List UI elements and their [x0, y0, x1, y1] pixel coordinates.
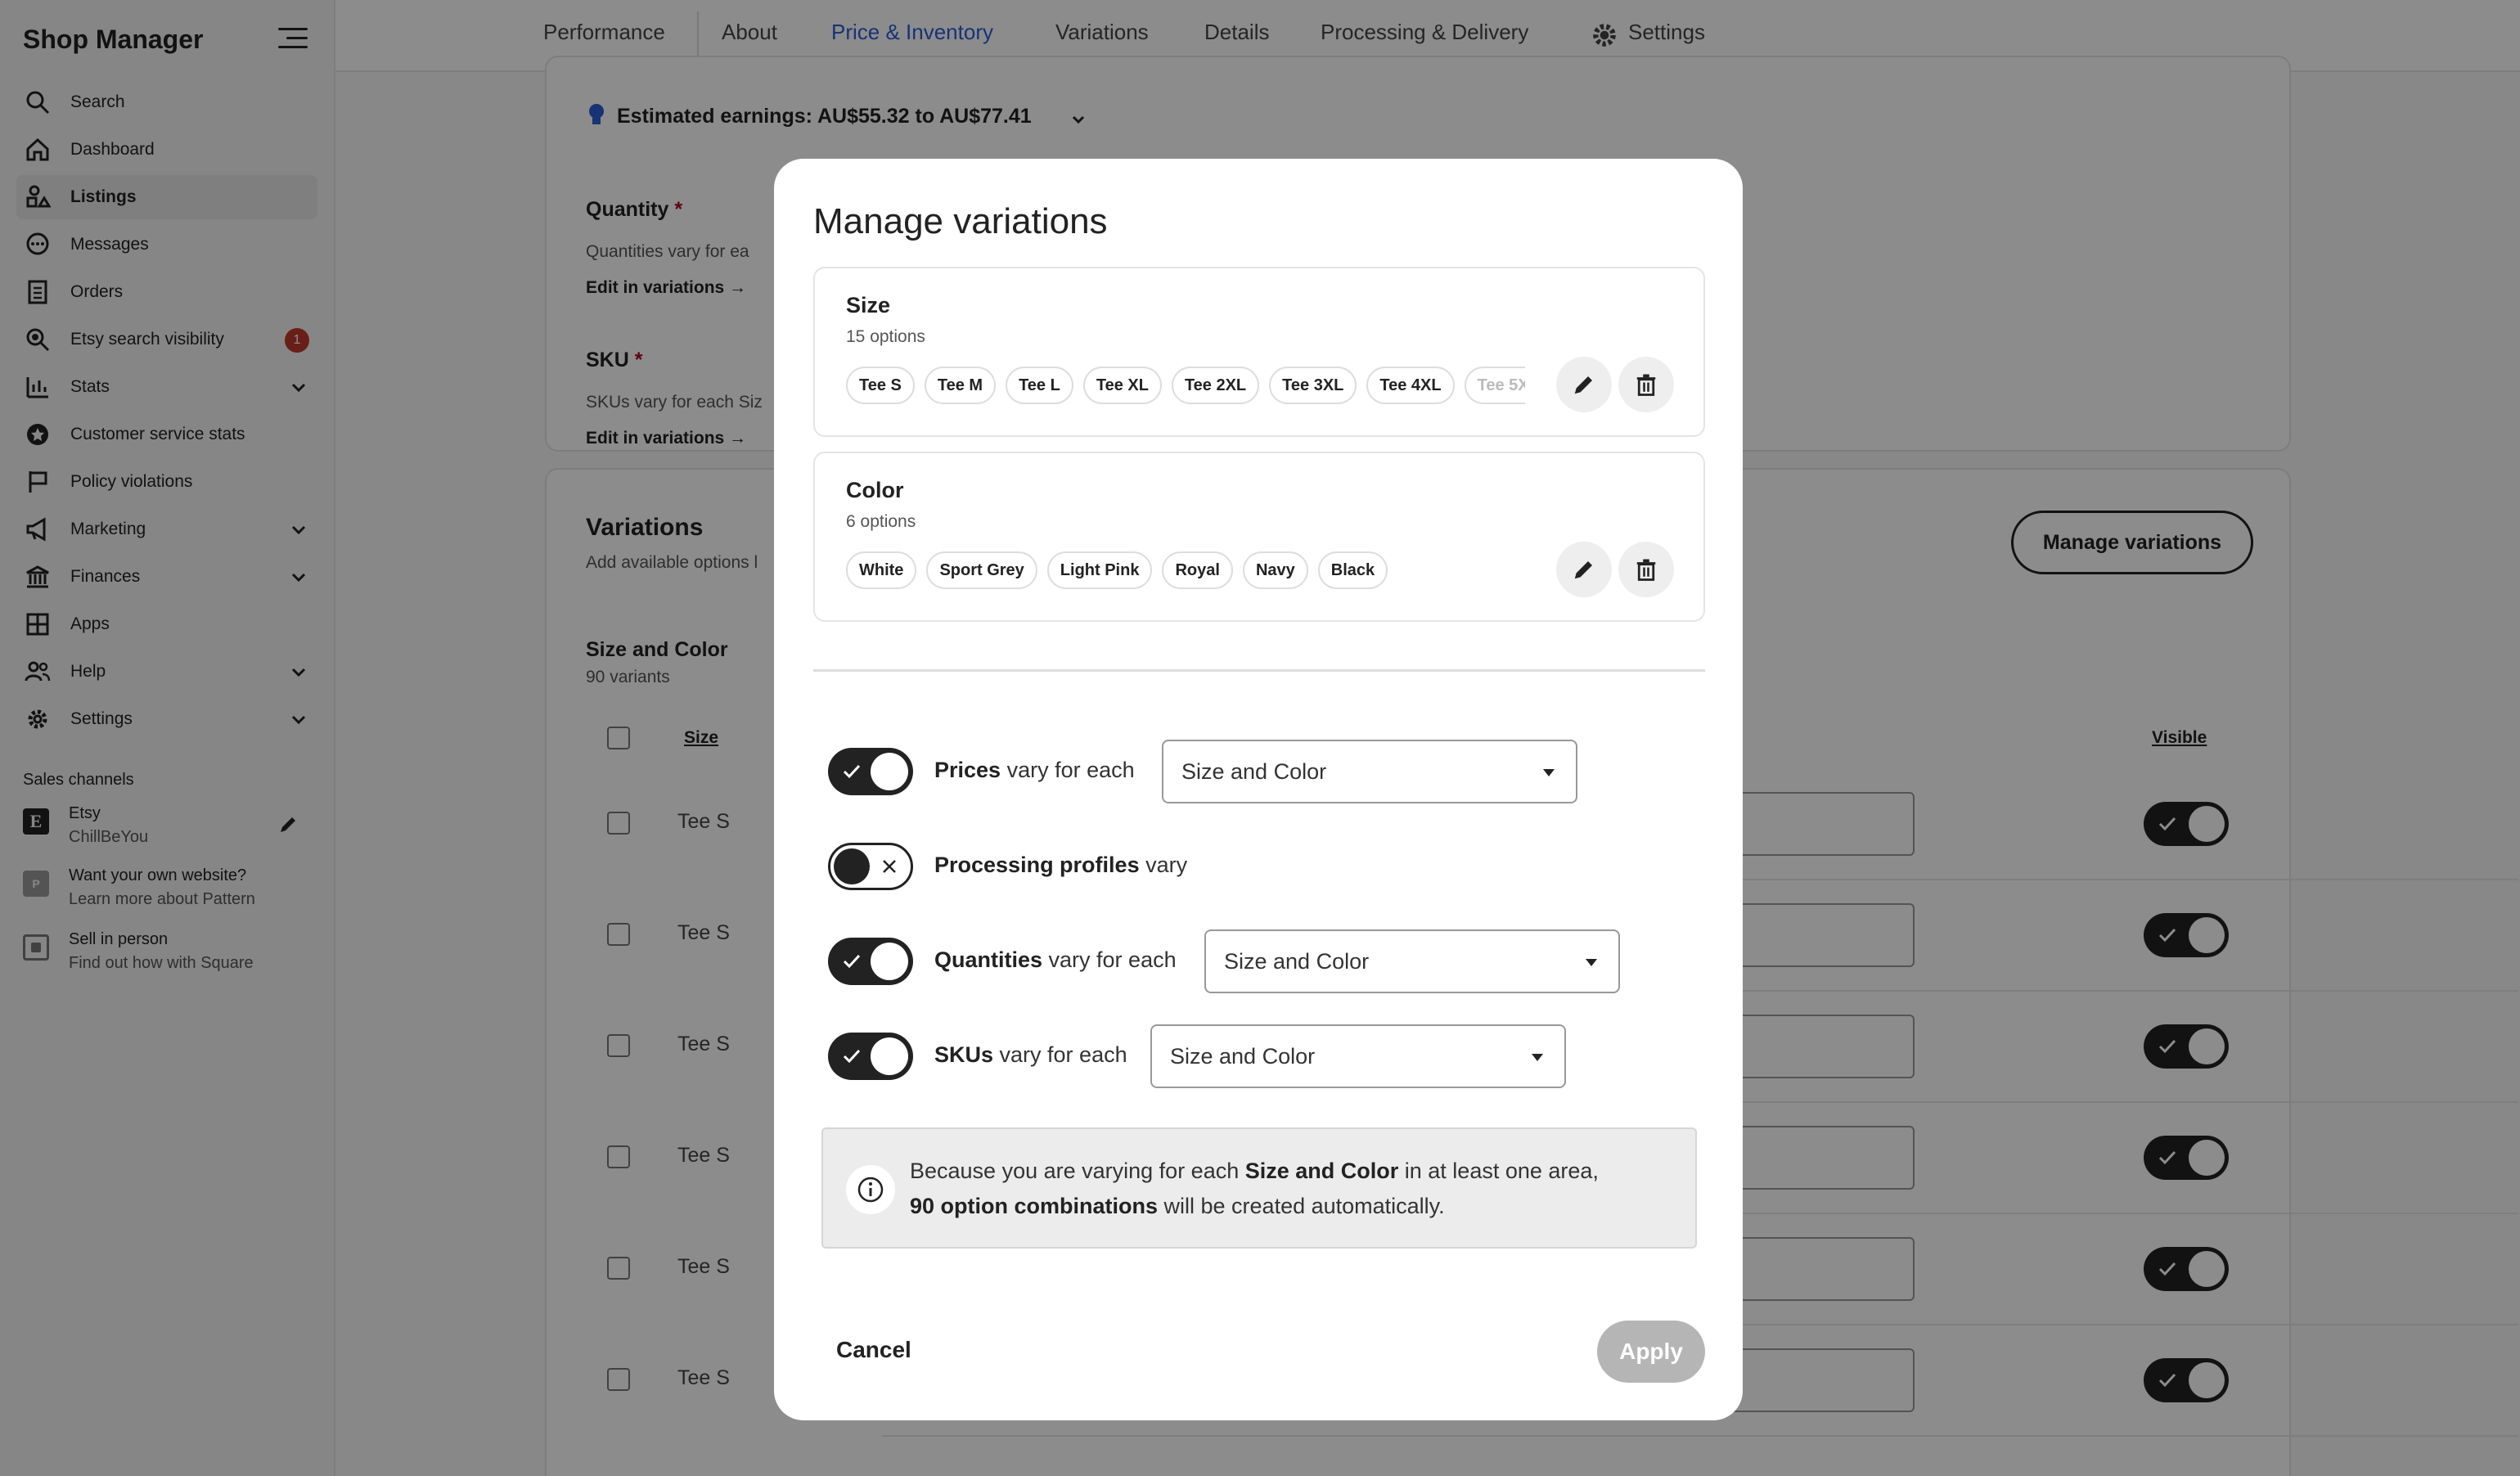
option-chip: Tee 4XL [1366, 367, 1455, 404]
option-chip: Tee S [846, 367, 915, 404]
trash-icon [1636, 559, 1656, 581]
x-icon [883, 860, 896, 873]
option-chip: Tee XL [1082, 367, 1162, 404]
combinations-info-note: Because you are varying for each Size an… [821, 1127, 1697, 1249]
section-divider [813, 669, 1705, 672]
check-icon [843, 1049, 861, 1064]
caret-down-icon [1532, 1054, 1543, 1061]
prices-vary-select[interactable]: Size and Color [1162, 740, 1577, 803]
trash-icon [1636, 374, 1656, 396]
quantities-vary-toggle[interactable] [828, 938, 913, 985]
skus-vary-toggle[interactable] [828, 1033, 913, 1080]
option-chip: Tee M [924, 367, 997, 404]
option-chip: Tee 5XL [1464, 367, 1525, 404]
caret-down-icon [1543, 769, 1555, 776]
option-chip: Navy [1242, 551, 1308, 589]
pencil-icon [1574, 561, 1592, 579]
quantities-vary-select[interactable]: Size and Color [1204, 929, 1620, 993]
skus-vary-select[interactable]: Size and Color [1150, 1024, 1566, 1088]
variation-name: Size [846, 293, 891, 317]
dialog-title: Manage variations [813, 201, 1108, 241]
variation-card-color: Color 6 options White Sport Grey Light P… [813, 452, 1705, 622]
option-chip: Tee 3XL [1269, 367, 1357, 404]
delete-size-button[interactable] [1618, 357, 1674, 412]
processing-profiles-label: Processing profiles vary [934, 853, 1188, 877]
option-chip: Tee L [1006, 367, 1073, 404]
processing-profiles-toggle[interactable] [828, 843, 913, 890]
caret-down-icon [1586, 959, 1597, 966]
check-icon [843, 954, 861, 969]
edit-color-button[interactable] [1556, 542, 1612, 597]
edit-size-button[interactable] [1556, 357, 1612, 412]
variation-option-count: 15 options [846, 327, 925, 346]
skus-vary-label: SKUs vary for each [934, 1042, 1127, 1067]
info-note-text: Because you are varying for each Size an… [910, 1159, 1599, 1218]
cancel-button[interactable]: Cancel [836, 1337, 911, 1363]
variation-card-size: Size 15 options Tee S Tee M Tee L Tee XL… [813, 267, 1705, 437]
variation-option-count: 6 options [846, 512, 916, 531]
option-chip: Royal [1162, 551, 1233, 589]
option-chip: Tee 2XL [1171, 367, 1260, 404]
option-chips: Tee S Tee M Tee L Tee XL Tee 2XL Tee 3XL… [846, 367, 1525, 406]
option-chip: Black [1317, 551, 1388, 589]
pencil-icon [1574, 376, 1592, 394]
option-chips: White Sport Grey Light Pink Royal Navy B… [846, 551, 1525, 591]
delete-color-button[interactable] [1618, 542, 1674, 597]
apply-button[interactable]: Apply [1597, 1321, 1705, 1383]
variation-name: Color [846, 478, 904, 502]
option-chip: Sport Grey [926, 551, 1037, 589]
quantities-vary-label: Quantities vary for each [934, 947, 1177, 972]
check-icon [843, 764, 861, 779]
manage-variations-dialog: Manage variations Size 15 options Tee S … [774, 159, 1743, 1420]
option-chip: Light Pink [1046, 551, 1153, 589]
prices-vary-label: Prices vary for each [934, 758, 1135, 782]
info-icon [846, 1165, 895, 1214]
prices-vary-toggle[interactable] [828, 748, 913, 795]
option-chip: White [846, 551, 917, 589]
